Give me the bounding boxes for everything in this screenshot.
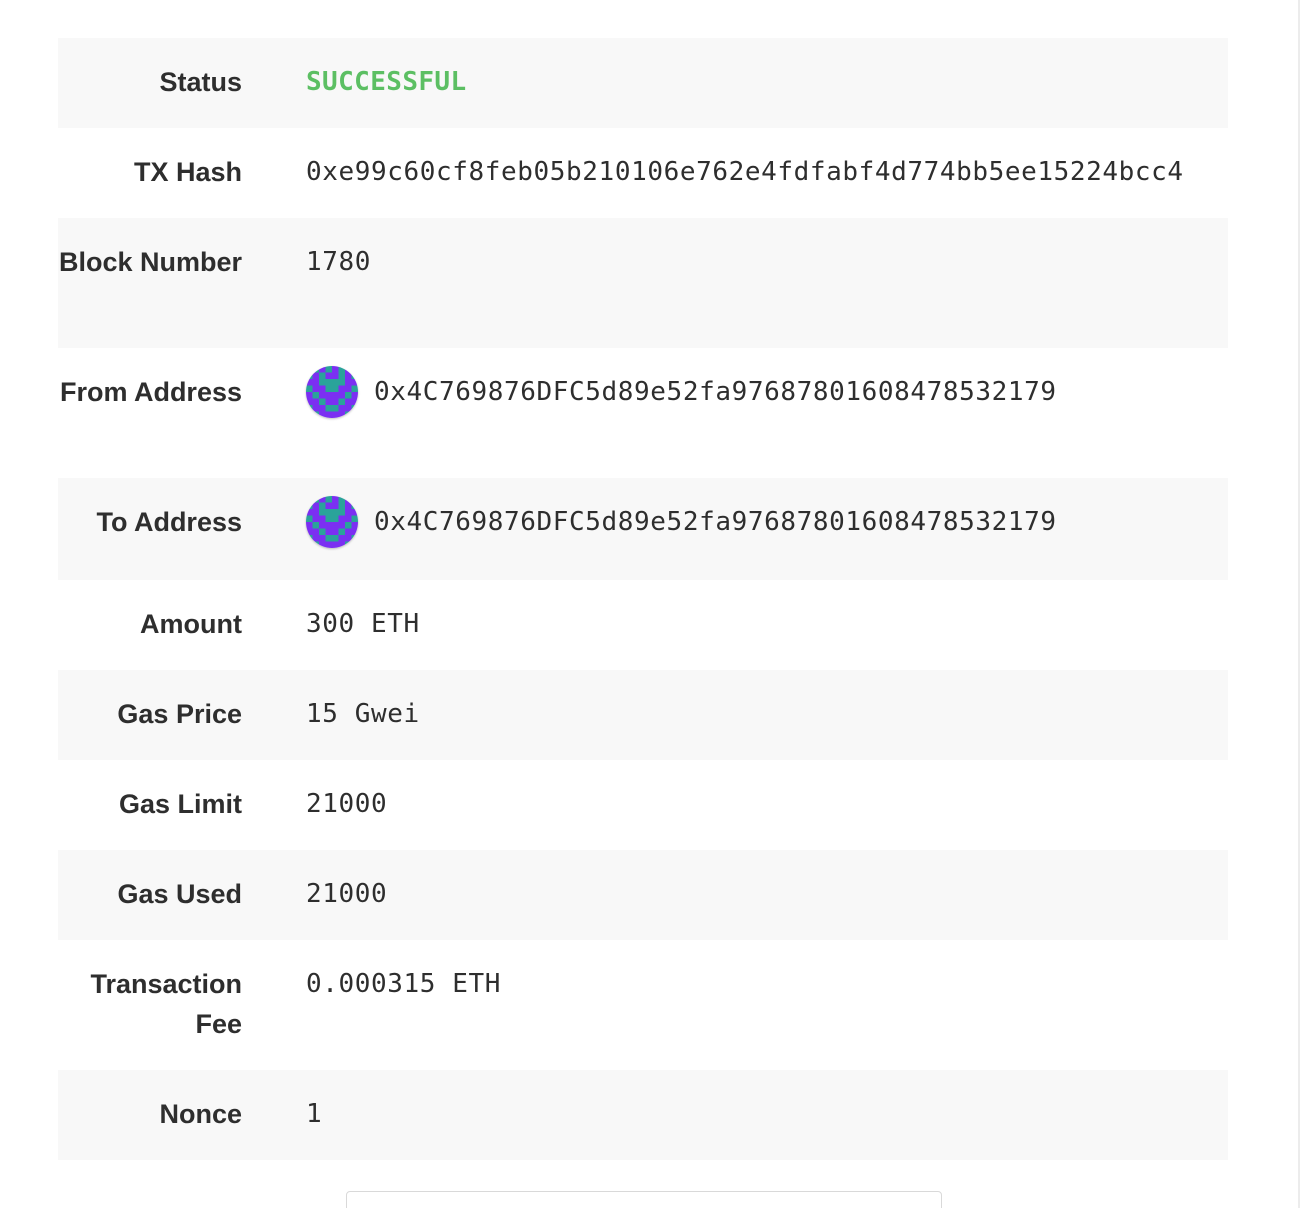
- gas-price-value: 15 Gwei: [306, 699, 420, 729]
- status-label: Status: [159, 67, 242, 97]
- to-address-label: To Address: [96, 507, 242, 537]
- from-address-value[interactable]: 0x4C769876DFC5d89e52fa976878016084785321…: [374, 372, 1057, 412]
- row-gas-used: Gas Used 21000: [58, 850, 1228, 940]
- nonce-value: 1: [306, 1099, 323, 1129]
- status-value: SUCCESSFUL: [306, 67, 467, 97]
- gas-limit-value: 21000: [306, 789, 388, 819]
- gas-used-value: 21000: [306, 879, 388, 909]
- transaction-details-table: Status SUCCESSFUL TX Hash 0xe99c60cf8feb…: [58, 38, 1228, 1160]
- transaction-fee-value: 0.000315 ETH: [306, 969, 502, 999]
- from-address-label: From Address: [59, 377, 242, 407]
- action-button-partial[interactable]: [346, 1191, 942, 1208]
- tx-hash-label: TX Hash: [133, 157, 242, 187]
- row-transaction-fee: Transaction Fee 0.000315 ETH: [58, 940, 1228, 1070]
- nonce-label: Nonce: [159, 1099, 242, 1129]
- identicon-avatar-icon: [306, 496, 358, 548]
- from-address-value-group: 0x4C769876DFC5d89e52fa976878016084785321…: [306, 366, 1057, 418]
- gas-price-label: Gas Price: [117, 699, 242, 729]
- identicon-avatar-icon: [306, 366, 358, 418]
- amount-label: Amount: [140, 609, 242, 639]
- row-nonce: Nonce 1: [58, 1070, 1228, 1160]
- row-gas-limit: Gas Limit 21000: [58, 760, 1228, 850]
- amount-value: 300 ETH: [306, 609, 420, 639]
- tx-hash-value[interactable]: 0xe99c60cf8feb05b210106e762e4fdfabf4d774…: [306, 152, 1184, 192]
- to-address-value-group: 0x4C769876DFC5d89e52fa976878016084785321…: [306, 496, 1057, 548]
- gas-limit-label: Gas Limit: [118, 789, 242, 819]
- gas-used-label: Gas Used: [117, 879, 242, 909]
- block-number-label: Block Number: [58, 247, 242, 277]
- row-gas-price: Gas Price 15 Gwei: [58, 670, 1228, 760]
- row-from-address: From Address 0x4C769876DFC5d89e52fa97687…: [58, 348, 1228, 478]
- to-address-value[interactable]: 0x4C769876DFC5d89e52fa976878016084785321…: [374, 502, 1057, 542]
- row-tx-hash: TX Hash 0xe99c60cf8feb05b210106e762e4fdf…: [58, 128, 1228, 218]
- row-amount: Amount 300 ETH: [58, 580, 1228, 670]
- row-to-address: To Address 0x4C769876DFC5d89e52fa9768780…: [58, 478, 1228, 580]
- block-number-value[interactable]: 1780: [306, 242, 371, 282]
- row-block-number: Block Number 1780: [58, 218, 1228, 348]
- row-status: Status SUCCESSFUL: [58, 38, 1228, 128]
- transaction-fee-label: Transaction Fee: [90, 969, 242, 1039]
